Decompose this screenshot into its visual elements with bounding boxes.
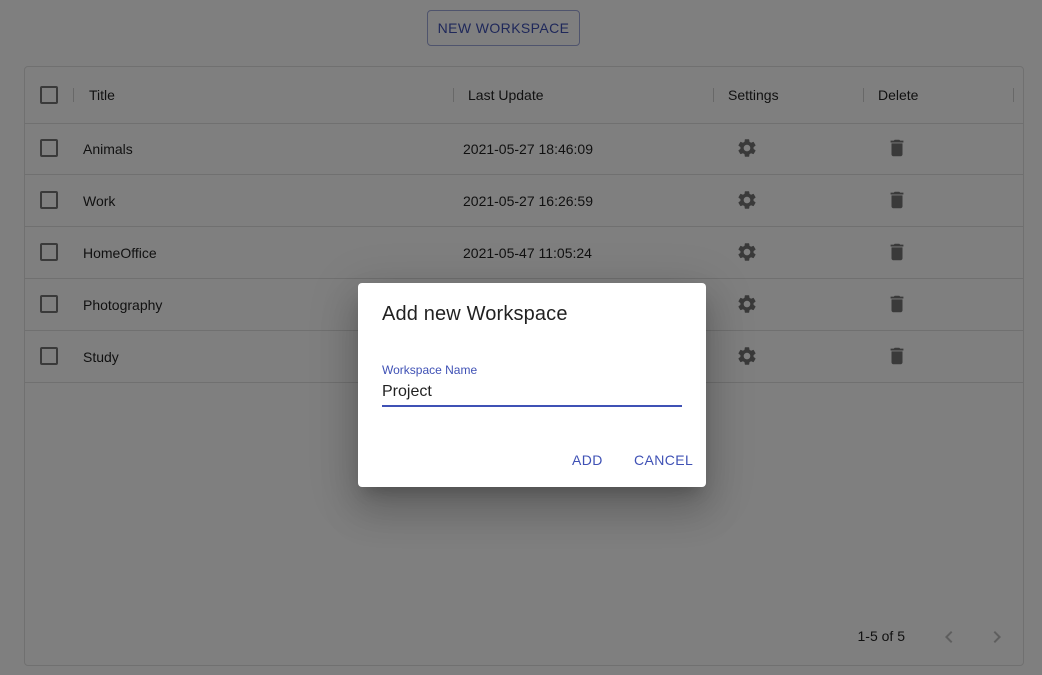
cancel-button[interactable]: CANCEL bbox=[634, 447, 693, 473]
workspace-page: NEW WORKSPACE Title Last Update Settings… bbox=[0, 0, 1042, 675]
add-workspace-dialog: Add new Workspace Workspace Name ADD CAN… bbox=[358, 283, 706, 487]
workspace-name-input[interactable] bbox=[382, 379, 682, 407]
workspace-name-label: Workspace Name bbox=[382, 363, 478, 377]
add-button[interactable]: ADD bbox=[572, 447, 603, 473]
dialog-title: Add new Workspace bbox=[382, 303, 568, 325]
